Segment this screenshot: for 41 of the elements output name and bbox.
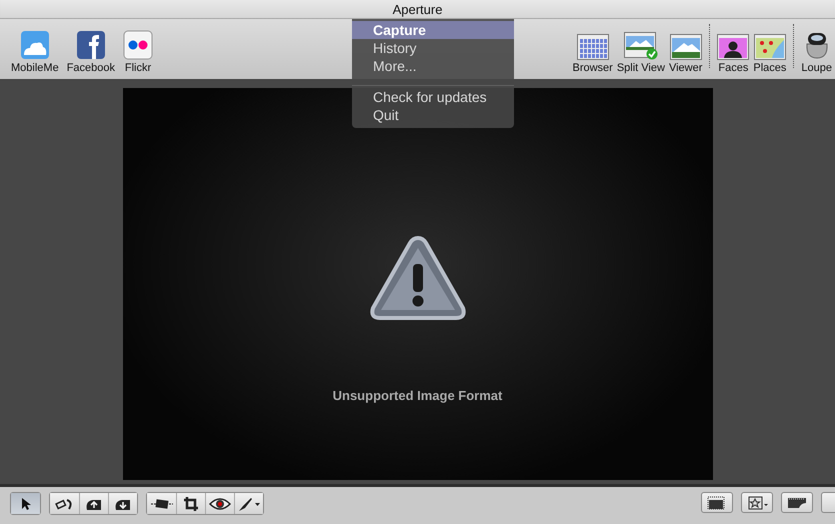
menu-item[interactable]: Check for updates (352, 88, 514, 106)
blank-button[interactable] (821, 492, 835, 513)
pointer-icon (20, 496, 32, 510)
menu-item[interactable]: History (352, 39, 514, 57)
toolbar-button[interactable]: Facebook (66, 24, 116, 74)
menu-item[interactable]: Quit (352, 106, 514, 124)
toolbar-button[interactable]: Flickr (122, 24, 154, 74)
toolbar-button[interactable]: Places (752, 24, 788, 74)
frame-icon (707, 496, 727, 510)
straighten-tool-button[interactable] (147, 493, 176, 514)
rotate-icon (54, 496, 74, 510)
brush-icon (237, 496, 261, 512)
stamp-tool-button[interactable] (108, 493, 137, 514)
straighten-icon (150, 496, 174, 510)
map-pins-icon (754, 34, 786, 60)
toolbar-button[interactable]: Loupe (800, 24, 833, 74)
grid-icon (576, 34, 609, 60)
toolbar-button[interactable]: Viewer (668, 24, 704, 74)
window-title: Aperture (392, 2, 442, 16)
crop-icon (183, 496, 199, 512)
cloud-icon (20, 30, 50, 60)
f-logo-icon (76, 30, 106, 60)
filmstrip-button[interactable] (781, 492, 813, 513)
error-message: Unsupported Image Format (332, 388, 502, 403)
filmstrip-icon (787, 496, 807, 510)
toolbar-button[interactable]: Split View (616, 24, 666, 74)
toolbar-button[interactable]: Browser (571, 24, 614, 74)
mountain-checkmark-icon (624, 32, 658, 60)
toolbar-button[interactable]: MobileMe (10, 24, 60, 74)
person-silhouette-icon (717, 34, 750, 60)
mountain-icon (670, 34, 702, 60)
star-button[interactable] (741, 492, 773, 513)
warning-icon (368, 234, 466, 322)
two-dots-icon (123, 30, 153, 60)
eye-tool-button[interactable] (205, 493, 234, 514)
menu-item[interactable]: More... (352, 57, 514, 75)
menu-item[interactable]: Capture (352, 21, 514, 39)
frame-button[interactable] (701, 492, 733, 513)
brush-tool-button[interactable] (234, 493, 263, 514)
toolbar-button[interactable]: Faces (716, 24, 750, 74)
eye-icon (209, 496, 231, 510)
